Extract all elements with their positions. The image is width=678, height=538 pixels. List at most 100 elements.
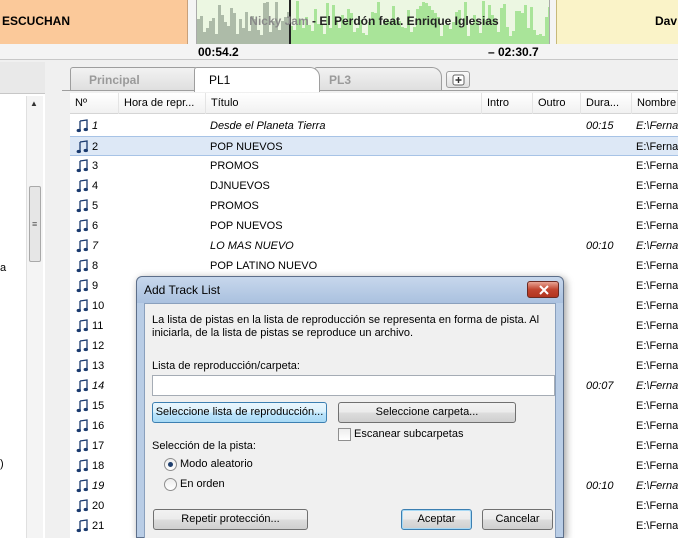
column-header[interactable]: Intro bbox=[482, 93, 533, 114]
playlist-folder-input[interactable] bbox=[152, 375, 555, 396]
track-filename: E:\Ferna bbox=[636, 500, 678, 512]
track-duration bbox=[586, 176, 632, 196]
left-panel-body: a ) ▲ ≡ bbox=[0, 94, 45, 538]
table-row[interactable]: 4 DJNUEVOS E:\Ferna bbox=[70, 176, 678, 196]
table-row[interactable]: 1 Desde el Planeta Tierra 00:15 E:\Ferna bbox=[70, 116, 678, 136]
track-number: 10 bbox=[92, 300, 105, 312]
repeat-protection-button[interactable]: Repetir protección... bbox=[153, 509, 308, 530]
waveform-bar bbox=[215, 34, 218, 44]
left-panel-header bbox=[0, 62, 45, 94]
track-number: 5 bbox=[92, 200, 99, 212]
column-header[interactable]: Outro bbox=[533, 93, 581, 114]
track-filename: E:\Ferna bbox=[636, 180, 678, 192]
waveform-bar bbox=[269, 32, 272, 44]
track-title: POP NUEVOS bbox=[210, 220, 283, 232]
table-row[interactable]: 2 POP NUEVOS E:\Ferna bbox=[70, 136, 678, 156]
waveform-bar bbox=[278, 30, 281, 44]
waveform-bar bbox=[203, 32, 206, 44]
close-button[interactable] bbox=[527, 281, 559, 298]
track-filename: E:\Ferna bbox=[636, 280, 678, 292]
tab-pl3[interactable]: PL3 bbox=[314, 67, 442, 91]
waveform-bar bbox=[533, 30, 536, 44]
waveform-bar bbox=[356, 28, 359, 44]
left-panel-text-fragment: ) bbox=[0, 458, 4, 470]
music-note-icon bbox=[76, 279, 88, 293]
music-note-icon bbox=[76, 339, 88, 353]
table-row[interactable]: 7 LO MAS NUEVO 00:10 E:\Ferna bbox=[70, 236, 678, 256]
music-note-icon bbox=[76, 219, 88, 233]
track-number: 12 bbox=[92, 340, 105, 352]
select-folder-button[interactable]: Seleccione carpeta... bbox=[338, 402, 516, 423]
now-playing-title: Nicky Jam - El Perdón feat. Enrique Igle… bbox=[197, 14, 549, 28]
track-number: 17 bbox=[92, 440, 105, 452]
track-title: PROMOS bbox=[210, 160, 259, 172]
left-panel-scrollbar[interactable]: ▲ ≡ bbox=[26, 96, 43, 538]
scan-subfolders-checkbox[interactable] bbox=[338, 428, 351, 441]
column-header[interactable]: Nº bbox=[70, 93, 119, 114]
waveform-bar bbox=[293, 30, 296, 44]
table-row[interactable]: 6 POP NUEVOS E:\Ferna bbox=[70, 216, 678, 236]
waveform-bar bbox=[449, 29, 452, 44]
track-number: 8 bbox=[92, 260, 99, 272]
random-mode-radio[interactable] bbox=[164, 458, 177, 471]
tab-baseline bbox=[62, 90, 678, 91]
waveform-bar bbox=[527, 28, 530, 44]
track-filename: E:\Ferna bbox=[636, 440, 678, 452]
dialog-title: Add Track List bbox=[144, 283, 221, 297]
waveform-bar bbox=[353, 32, 356, 44]
listeners-banner: ESCUCHAN bbox=[0, 0, 188, 44]
track-number: 13 bbox=[92, 360, 105, 372]
now-playing-artist: Nicky Jam bbox=[249, 14, 309, 28]
column-header[interactable]: Dura... bbox=[581, 93, 632, 114]
music-note-icon bbox=[76, 399, 88, 413]
waveform-bar bbox=[338, 28, 341, 44]
track-duration: 00:10 bbox=[586, 240, 614, 252]
waveform-bar bbox=[362, 33, 365, 44]
now-playing-song: - El Perdón feat. Enrique Iglesias bbox=[308, 14, 499, 28]
dialog-description: La lista de pistas en la lista de reprod… bbox=[152, 314, 540, 339]
music-note-icon bbox=[76, 259, 88, 273]
waveform-bar bbox=[227, 26, 230, 44]
next-track-banner: Dav bbox=[556, 0, 678, 44]
accept-button[interactable]: Aceptar bbox=[401, 509, 472, 530]
select-playlist-button[interactable]: Seleccione lista de reproducción... bbox=[152, 402, 327, 423]
track-filename: E:\Ferna bbox=[636, 360, 678, 372]
track-number: 14 bbox=[92, 380, 105, 392]
track-title: LO MAS NUEVO bbox=[210, 240, 294, 252]
track-title: POP LATINO NUEVO bbox=[210, 260, 318, 272]
music-note-icon bbox=[76, 419, 88, 433]
waveform[interactable]: Nicky Jam - El Perdón feat. Enrique Igle… bbox=[196, 0, 550, 44]
table-row[interactable]: 3 PROMOS E:\Ferna bbox=[70, 156, 678, 176]
scan-subfolders-label: Escanear subcarpetas bbox=[354, 428, 464, 440]
column-header[interactable]: Nombre bbox=[632, 93, 678, 114]
music-note-icon bbox=[76, 159, 88, 173]
waveform-bar bbox=[401, 27, 404, 44]
add-tab-button[interactable] bbox=[446, 71, 470, 88]
waveform-bar bbox=[461, 27, 464, 44]
track-number: 4 bbox=[92, 180, 99, 192]
scrollbar-thumb[interactable]: ≡ bbox=[29, 186, 41, 262]
scroll-up-arrow-icon[interactable]: ▲ bbox=[30, 99, 38, 108]
track-number: 3 bbox=[92, 160, 99, 172]
track-duration bbox=[586, 137, 632, 157]
column-header[interactable]: Título bbox=[206, 93, 482, 114]
add-track-list-dialog: Add Track List La lista de pistas en la … bbox=[136, 276, 564, 538]
track-filename: E:\Ferna bbox=[636, 420, 678, 432]
music-note-icon bbox=[76, 140, 88, 154]
in-order-radio[interactable] bbox=[164, 478, 177, 491]
music-note-icon bbox=[76, 519, 88, 533]
column-header[interactable]: Hora de repr... bbox=[119, 93, 206, 114]
waveform-bar bbox=[413, 27, 416, 44]
table-row[interactable]: 8 POP LATINO NUEVO E:\Ferna bbox=[70, 256, 678, 276]
waveform-bar bbox=[329, 28, 332, 44]
dialog-titlebar[interactable]: Add Track List bbox=[137, 277, 563, 303]
waveform-bar bbox=[311, 31, 314, 44]
waveform-bar bbox=[467, 36, 470, 44]
cancel-button[interactable]: Cancelar bbox=[482, 509, 553, 530]
track-duration bbox=[586, 336, 632, 356]
tab-principal[interactable]: Principal bbox=[70, 67, 204, 91]
track-filename: E:\Ferna bbox=[636, 520, 678, 532]
tab-pl1[interactable]: PL1 bbox=[194, 67, 320, 92]
table-row[interactable]: 5 PROMOS E:\Ferna bbox=[70, 196, 678, 216]
track-duration bbox=[586, 296, 632, 316]
